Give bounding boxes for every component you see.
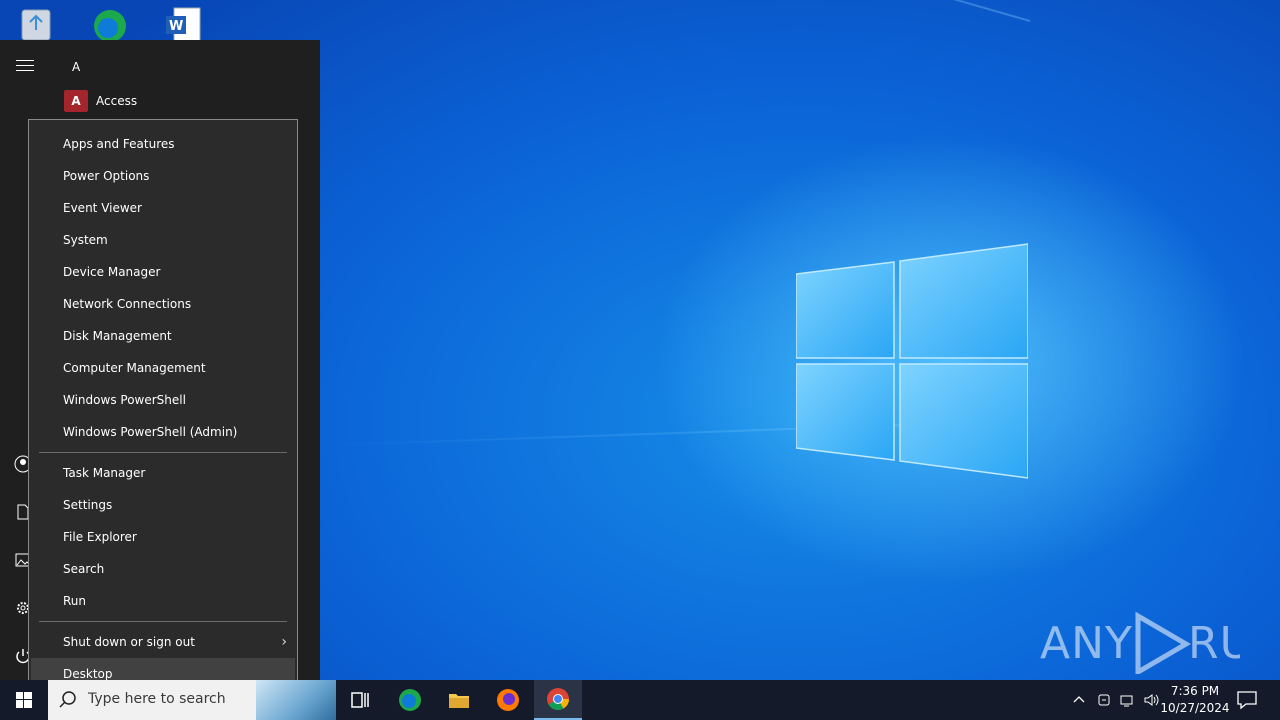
taskbar-file-explorer-button[interactable] xyxy=(435,680,483,720)
menu-item-windows-powershell-admin[interactable]: Windows PowerShell (Admin) xyxy=(29,416,297,448)
app-item-label: Access xyxy=(96,94,138,108)
access-icon: A xyxy=(64,90,88,112)
taskbar-search-box[interactable]: Type here to search xyxy=(48,680,336,720)
menu-item-settings[interactable]: Settings xyxy=(29,489,297,521)
menu-item-network-connections[interactable]: Network Connections xyxy=(29,288,297,320)
menu-item-label: Shut down or sign out xyxy=(63,635,195,649)
menu-item-run[interactable]: Run xyxy=(29,585,297,617)
app-list-letter-header[interactable]: A xyxy=(72,60,80,74)
power-user-context-menu: Apps and Features Power Options Event Vi… xyxy=(28,119,298,697)
system-clock[interactable]: 7:36 PM 10/27/2024 xyxy=(1160,683,1230,717)
taskbar: Type here to search 7:36 PM 10/27/2024 xyxy=(0,680,1280,720)
start-button[interactable] xyxy=(0,680,48,720)
menu-item-device-manager[interactable]: Device Manager xyxy=(29,256,297,288)
security-shield-icon[interactable] xyxy=(1096,692,1112,708)
windows-start-icon xyxy=(16,692,32,708)
volume-icon[interactable] xyxy=(1143,692,1159,708)
menu-item-windows-powershell[interactable]: Windows PowerShell xyxy=(29,384,297,416)
show-hidden-icons-chevron-up-icon[interactable] xyxy=(1071,692,1087,708)
chrome-icon xyxy=(547,688,569,710)
app-item-access[interactable]: A Access xyxy=(64,90,137,112)
windows-logo-wallpaper xyxy=(795,242,1029,480)
menu-item-event-viewer[interactable]: Event Viewer xyxy=(29,192,297,224)
edge-icon xyxy=(399,689,421,711)
notification-center-icon[interactable] xyxy=(1236,690,1258,710)
menu-item-system[interactable]: System xyxy=(29,224,297,256)
menu-separator xyxy=(39,621,287,622)
chevron-right-icon: › xyxy=(281,634,287,650)
svg-text:W: W xyxy=(169,19,183,34)
menu-item-power-options[interactable]: Power Options xyxy=(29,160,297,192)
search-icon xyxy=(59,691,76,708)
task-view-button[interactable] xyxy=(336,680,384,720)
menu-item-task-manager[interactable]: Task Manager xyxy=(29,457,297,489)
anyrun-logo-icon: ANY RUN xyxy=(1040,611,1280,677)
menu-item-search[interactable]: Search xyxy=(29,553,297,585)
menu-item-shut-down-or-sign-out[interactable]: Shut down or sign out › xyxy=(29,626,297,658)
taskbar-edge-button[interactable] xyxy=(386,680,434,720)
hamburger-menu-icon[interactable] xyxy=(16,60,34,74)
svg-text:ANY: ANY xyxy=(1040,618,1133,669)
clock-time: 7:36 PM xyxy=(1170,684,1220,698)
clock-date: 10/27/2024 xyxy=(1160,701,1230,715)
menu-item-file-explorer[interactable]: File Explorer xyxy=(29,521,297,553)
file-explorer-icon xyxy=(449,694,469,708)
taskbar-firefox-button[interactable] xyxy=(484,680,532,720)
taskbar-chrome-button[interactable] xyxy=(534,680,582,720)
svg-text:RUN: RUN xyxy=(1188,618,1240,669)
light-beam xyxy=(231,0,1031,22)
search-placeholder: Type here to search xyxy=(88,691,226,707)
search-highlight-art xyxy=(256,680,336,720)
menu-item-disk-management[interactable]: Disk Management xyxy=(29,320,297,352)
task-view-icon xyxy=(351,692,369,708)
firefox-icon xyxy=(497,689,519,711)
menu-item-apps-and-features[interactable]: Apps and Features xyxy=(29,128,297,160)
menu-item-computer-management[interactable]: Computer Management xyxy=(29,352,297,384)
anyrun-watermark: ANY RUN xyxy=(1040,610,1280,677)
network-icon[interactable] xyxy=(1119,692,1135,708)
menu-separator xyxy=(39,452,287,453)
